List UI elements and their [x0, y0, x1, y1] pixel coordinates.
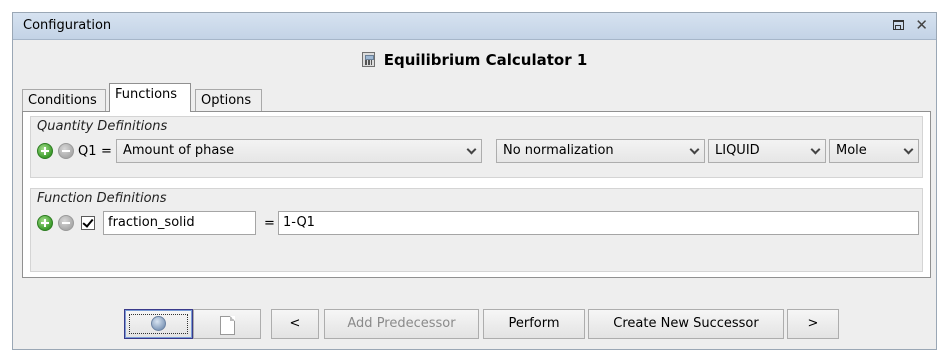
- function-definitions-legend: Function Definitions: [37, 191, 167, 206]
- quantity-definitions-group: Quantity Definitions Q1 = Amount of phas…: [30, 116, 923, 178]
- chevron-down-icon: [467, 148, 475, 156]
- tab-options[interactable]: Options: [195, 89, 262, 111]
- normalization-select[interactable]: No normalization: [496, 139, 705, 163]
- function-name-value: fraction_solid: [108, 215, 195, 230]
- calculator-title: Equilibrium Calculator 1: [383, 51, 588, 69]
- function-enabled-checkbox[interactable]: [81, 216, 95, 230]
- tab-conditions[interactable]: Conditions: [22, 89, 106, 111]
- chevron-down-icon: [811, 148, 819, 156]
- function-equals-label: =: [264, 216, 275, 231]
- chevron-down-icon: [904, 148, 912, 156]
- help-icon: [151, 316, 166, 331]
- functions-panel: Quantity Definitions Q1 = Amount of phas…: [22, 111, 931, 278]
- help-button[interactable]: [124, 309, 193, 339]
- quantity-type-value: Amount of phase: [123, 143, 235, 158]
- unit-value: Mole: [836, 143, 867, 158]
- normalization-value: No normalization: [503, 143, 614, 158]
- function-definitions-group: Function Definitions fraction_solid = 1-…: [30, 188, 923, 272]
- unit-select[interactable]: Mole: [829, 139, 919, 163]
- quantity-equals-label: =: [101, 144, 112, 159]
- remove-quantity-button[interactable]: [58, 143, 74, 159]
- create-new-successor-button[interactable]: Create New Successor: [588, 309, 784, 339]
- document-icon: [219, 316, 235, 335]
- previous-button[interactable]: <: [271, 309, 319, 339]
- next-button[interactable]: >: [787, 309, 839, 339]
- document-button[interactable]: [193, 309, 261, 339]
- add-predecessor-button[interactable]: Add Predecessor: [324, 309, 479, 339]
- calculator-heading: Equilibrium Calculator 1: [13, 51, 936, 69]
- bottom-toolbar: < Add Predecessor Perform Create New Suc…: [13, 295, 936, 343]
- function-expression-field[interactable]: 1-Q1: [278, 211, 919, 235]
- tab-functions[interactable]: Functions: [109, 83, 191, 112]
- close-icon[interactable]: ✕: [915, 16, 928, 34]
- perform-button[interactable]: Perform: [483, 309, 585, 339]
- quantity-type-select[interactable]: Amount of phase: [116, 139, 482, 163]
- configuration-window: Configuration ✕ Equilibrium Calculator 1…: [12, 12, 937, 350]
- add-function-button[interactable]: [37, 215, 53, 231]
- quantity-name-label: Q1: [78, 144, 97, 159]
- phase-value: LIQUID: [715, 143, 760, 158]
- function-name-field[interactable]: fraction_solid: [103, 211, 256, 235]
- chevron-down-icon: [690, 148, 698, 156]
- titlebar: Configuration ✕: [13, 13, 936, 40]
- function-expression-value: 1-Q1: [283, 215, 315, 230]
- remove-function-button[interactable]: [58, 215, 74, 231]
- add-quantity-button[interactable]: [37, 143, 53, 159]
- window-title: Configuration: [23, 18, 112, 33]
- maximize-icon[interactable]: [893, 20, 904, 30]
- phase-select[interactable]: LIQUID: [708, 139, 826, 163]
- calculator-icon: [361, 52, 375, 67]
- quantity-definitions-legend: Quantity Definitions: [37, 119, 168, 134]
